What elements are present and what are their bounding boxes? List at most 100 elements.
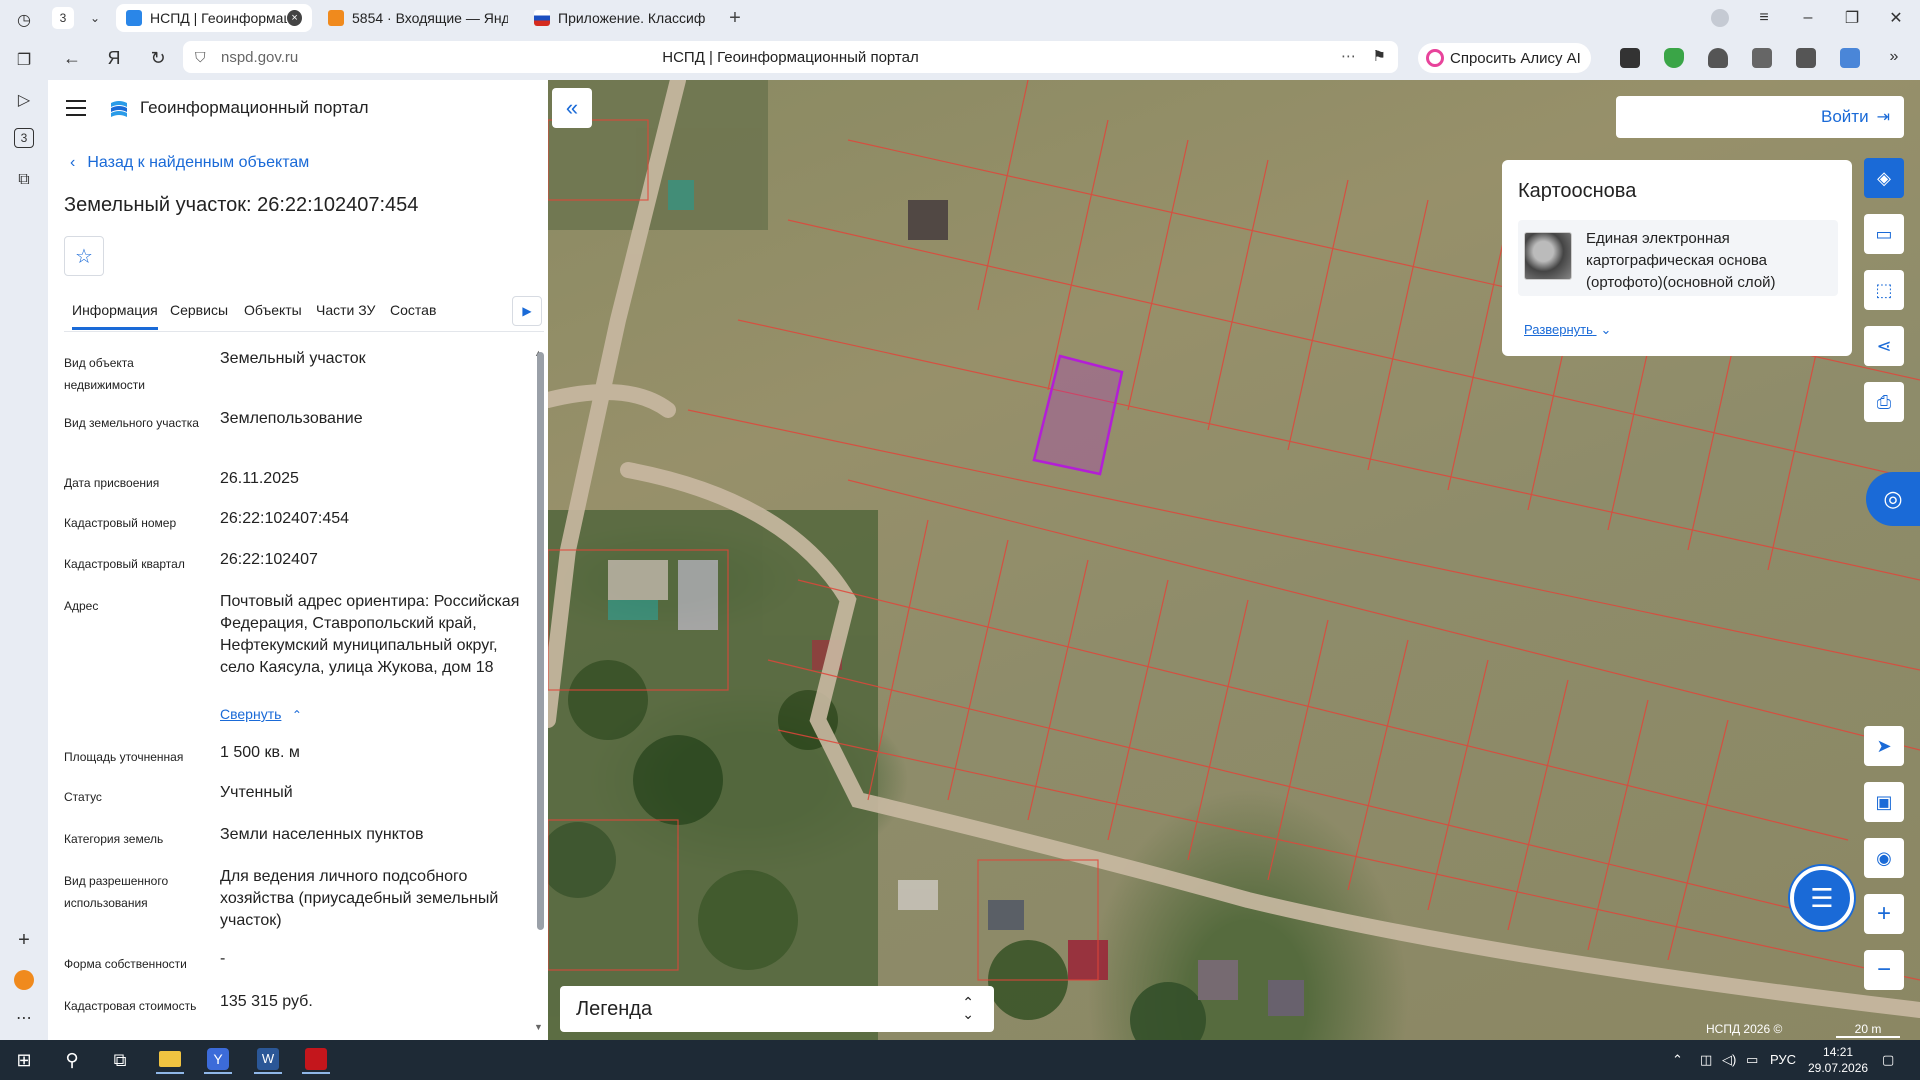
yandex-browser-icon[interactable]: Y bbox=[204, 1046, 232, 1074]
tabs-next-button[interactable]: ▶ bbox=[512, 296, 542, 326]
pdf-reader-icon[interactable] bbox=[302, 1046, 330, 1074]
screenshot-icon[interactable]: ⧉ bbox=[12, 168, 36, 192]
parcel-title: Земельный участок: 26:22:102407:454 bbox=[64, 194, 419, 216]
more-extensions-icon[interactable]: » bbox=[1884, 48, 1904, 68]
tab-services[interactable]: Сервисы bbox=[170, 302, 228, 318]
chevron-down-icon[interactable]: ⌄ bbox=[84, 7, 106, 29]
tab-objects[interactable]: Объекты bbox=[244, 302, 302, 318]
tabs-counter-icon[interactable]: 3 bbox=[14, 128, 34, 148]
extension-shield2-icon[interactable] bbox=[1752, 48, 1772, 68]
collapse-address-link[interactable]: Свернуть ⌃ bbox=[220, 706, 302, 724]
attr-label: Площадь уточненная bbox=[64, 750, 184, 764]
notifications-icon[interactable]: ▢ bbox=[1882, 1052, 1894, 1068]
scrollbar-thumb[interactable] bbox=[537, 352, 544, 930]
tab-land-parts[interactable]: Части ЗУ bbox=[316, 302, 375, 318]
layers-tool-button[interactable]: ◈ bbox=[1864, 158, 1904, 198]
chat-button[interactable]: ☰ bbox=[1790, 866, 1854, 930]
basemap-thumbnail bbox=[1524, 232, 1572, 280]
assistant-side-button[interactable]: ◎ bbox=[1866, 472, 1920, 526]
login-label: Войти bbox=[1821, 107, 1869, 126]
attr-label: Вид объекта недвижимости bbox=[64, 356, 145, 392]
new-tab-button[interactable]: + bbox=[724, 7, 746, 29]
locate-button[interactable]: ➤ bbox=[1864, 726, 1904, 766]
menu-icon[interactable]: ≡ bbox=[1752, 6, 1776, 30]
assistant-icon: ◎ bbox=[1883, 486, 1903, 511]
collapse-panel-button[interactable]: « bbox=[552, 88, 592, 128]
minimap-button[interactable]: ▣ bbox=[1864, 782, 1904, 822]
legend-bar[interactable]: Легенда ⌃ ⌄ bbox=[560, 986, 994, 1032]
chevron-right-icon: ▶ bbox=[522, 304, 532, 318]
chevron-down-icon: ⌄ bbox=[1600, 322, 1612, 337]
tray-expand-icon[interactable]: ⌃ bbox=[1672, 1052, 1683, 1068]
attr-label: Вид разрешенного использования bbox=[64, 874, 169, 910]
tab-composition[interactable]: Состав bbox=[390, 302, 436, 318]
geo-search-button[interactable]: ◉ bbox=[1864, 838, 1904, 878]
close-icon[interactable]: × bbox=[287, 10, 302, 26]
word-icon[interactable]: W bbox=[254, 1046, 282, 1074]
minus-icon: − bbox=[1876, 956, 1891, 983]
extension-shield-icon[interactable] bbox=[1664, 48, 1684, 68]
file-explorer-icon[interactable] bbox=[156, 1046, 184, 1074]
ruler-tool-button[interactable]: ▭ bbox=[1864, 214, 1904, 254]
print-icon: ⎙ bbox=[1876, 391, 1892, 412]
minimize-icon[interactable]: – bbox=[1796, 6, 1820, 30]
network-icon[interactable]: ▭ bbox=[1746, 1052, 1758, 1068]
extension-hat-icon[interactable] bbox=[1708, 48, 1728, 68]
video-icon[interactable]: ▷ bbox=[12, 88, 36, 112]
attr-label: Кадастровая стоимость bbox=[64, 999, 197, 1013]
attr-label: Дата присвоения bbox=[64, 476, 160, 490]
collections-icon[interactable]: ❐ bbox=[12, 48, 36, 72]
tab-label: 5854 · Входящие — Яндек bbox=[352, 10, 508, 26]
task-view-icon[interactable]: ⧉ bbox=[106, 1046, 134, 1074]
more-icon[interactable]: ⋯ bbox=[12, 1006, 36, 1030]
basemap-expand-link[interactable]: Развернуть ⌄ bbox=[1524, 322, 1611, 338]
tab-label: НСПД | Геоинформаци bbox=[150, 10, 288, 26]
address-bar[interactable]: ⛉ nspd.gov.ru НСПД | Геоинформационный п… bbox=[183, 41, 1398, 73]
ask-alice-button[interactable]: Спросить Алису AI bbox=[1418, 43, 1591, 73]
tab-information[interactable]: Информация bbox=[72, 302, 158, 330]
basemap-item[interactable]: Единая электронная картографическая осно… bbox=[1518, 220, 1838, 296]
basemap-title: Картооснова bbox=[1518, 180, 1637, 202]
close-window-icon[interactable]: ✕ bbox=[1884, 6, 1908, 30]
updown-icon: ⌃ ⌄ bbox=[962, 994, 974, 1022]
attr-label: Адрес bbox=[64, 599, 99, 613]
navigation-arrow-icon: ➤ bbox=[1876, 735, 1892, 756]
windows-start-icon[interactable]: ⊞ bbox=[10, 1046, 38, 1074]
yandex-icon[interactable]: Я bbox=[102, 46, 126, 70]
login-button[interactable]: Войти ⇥ bbox=[1821, 107, 1890, 127]
favorite-button[interactable]: ☆ bbox=[64, 236, 104, 276]
meet-icon[interactable]: ◫ bbox=[1700, 1052, 1712, 1068]
add-icon[interactable]: + bbox=[12, 928, 36, 952]
share-tool-button[interactable]: ⋖ bbox=[1864, 326, 1904, 366]
profile-icon[interactable] bbox=[1708, 6, 1732, 30]
zoom-in-button[interactable]: + bbox=[1864, 894, 1904, 934]
restore-icon[interactable]: ❐ bbox=[1840, 6, 1864, 30]
bookmark-icon[interactable]: ⚑ bbox=[1373, 47, 1386, 65]
zoom-out-button[interactable]: − bbox=[1864, 950, 1904, 990]
clock[interactable]: 14:21 29.07.2026 bbox=[1808, 1044, 1868, 1076]
back-arrow-icon[interactable]: ← bbox=[60, 46, 84, 70]
volume-icon[interactable]: ◁) bbox=[1722, 1052, 1736, 1068]
extension-k-icon[interactable] bbox=[1620, 48, 1640, 68]
scroll-down-icon[interactable]: ▼ bbox=[534, 1022, 543, 1032]
tab-app[interactable]: Приложение. Классифик bbox=[524, 4, 716, 32]
language-indicator[interactable]: РУС bbox=[1770, 1052, 1796, 1067]
tab-counter[interactable]: 3 bbox=[52, 7, 74, 29]
history-icon[interactable]: ◷ bbox=[12, 8, 36, 32]
back-to-results-link[interactable]: ‹ Назад к найденным объектам bbox=[70, 154, 309, 172]
mail-icon[interactable] bbox=[12, 968, 36, 992]
tab-label: Приложение. Классифик bbox=[558, 10, 706, 26]
extension-download-icon[interactable] bbox=[1840, 48, 1860, 68]
hamburger-menu-icon[interactable] bbox=[66, 100, 86, 116]
tab-nspd[interactable]: НСПД | Геоинформаци × bbox=[116, 4, 312, 32]
select-area-tool-button[interactable]: ⬚ bbox=[1864, 270, 1904, 310]
village-area bbox=[548, 80, 1304, 1040]
tab-mail[interactable]: 5854 · Входящие — Яндек bbox=[318, 4, 518, 32]
app-title: Геоинформационный портал bbox=[140, 98, 369, 117]
extension-puzzle-icon[interactable] bbox=[1796, 48, 1816, 68]
attr-label: Кадастровый номер bbox=[64, 516, 177, 530]
print-tool-button[interactable]: ⎙ bbox=[1864, 382, 1904, 422]
reload-icon[interactable]: ↻ bbox=[146, 46, 170, 70]
search-icon[interactable]: ⚲ bbox=[58, 1046, 86, 1074]
more-dots-icon[interactable]: ⋯ bbox=[1341, 47, 1356, 65]
